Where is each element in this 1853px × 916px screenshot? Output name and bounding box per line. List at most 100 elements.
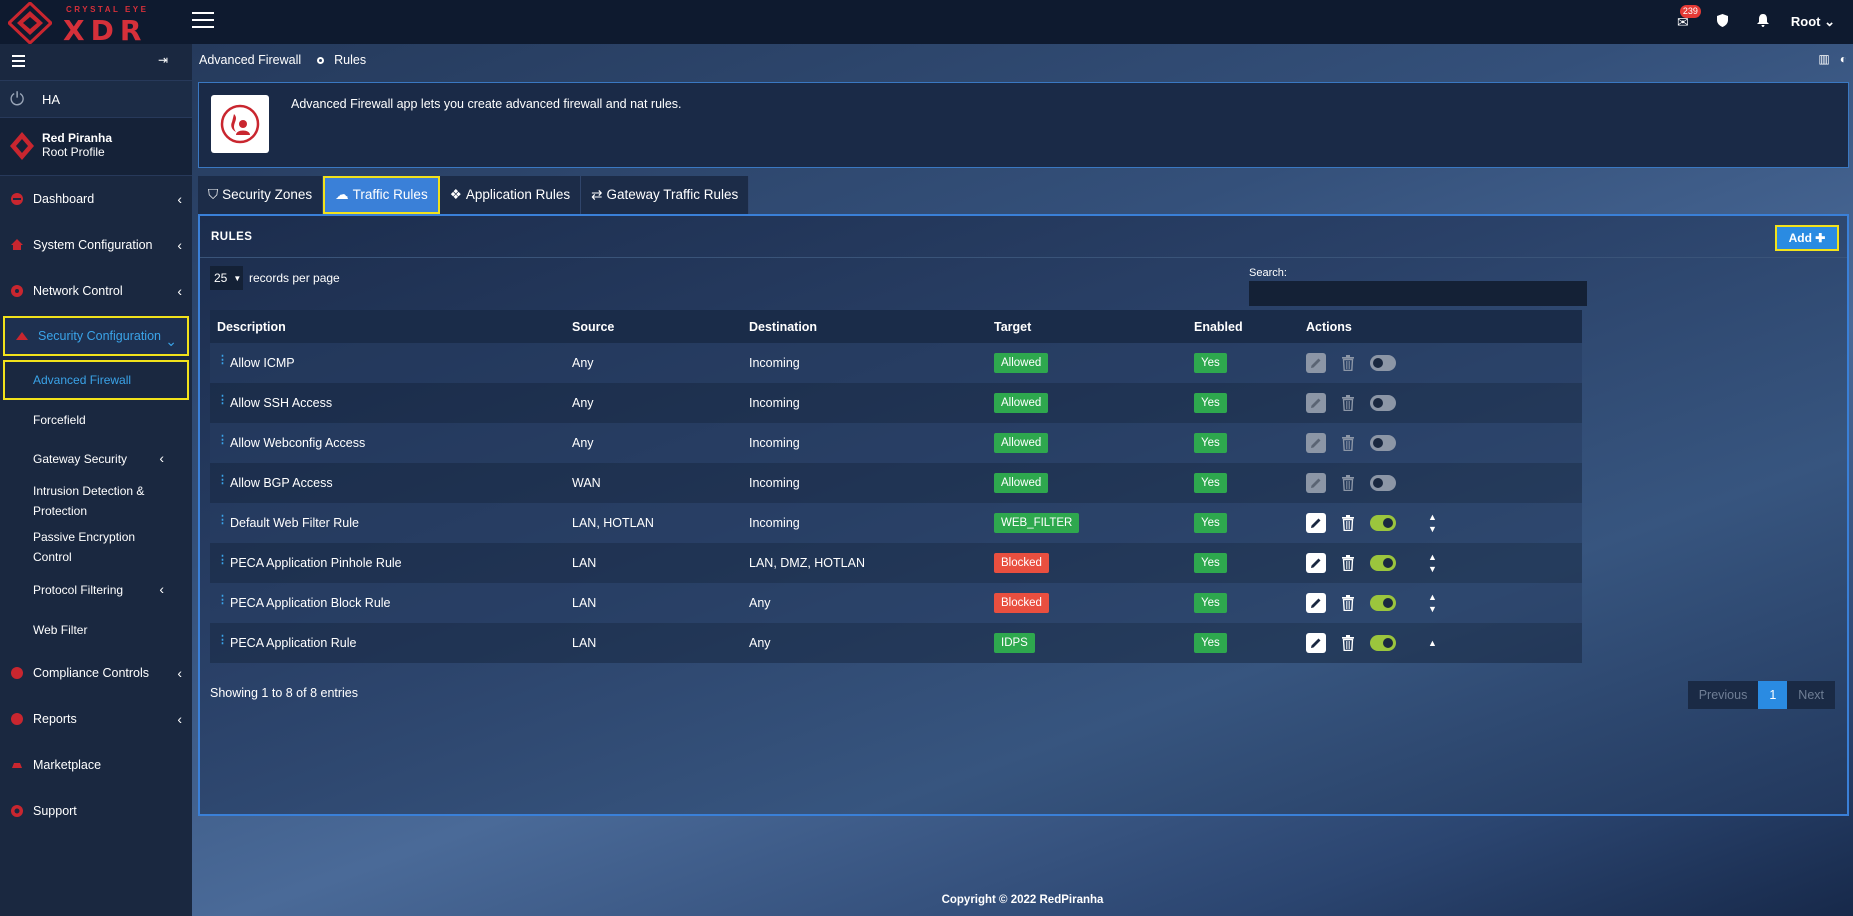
tab-gateway-traffic-rules[interactable]: ⇄ Gateway Traffic Rules (581, 176, 750, 214)
edit-rule-button[interactable] (1306, 473, 1326, 493)
edit-rule-button[interactable] (1306, 393, 1326, 413)
sidebar-item-support[interactable]: Support (0, 788, 192, 834)
book-icon[interactable]: ▥ (1818, 52, 1829, 66)
column-header-enabled[interactable]: Enabled (1187, 310, 1299, 343)
sign-out-icon[interactable]: ⇥ (158, 53, 168, 67)
rule-enable-toggle[interactable] (1370, 635, 1396, 651)
move-down-icon[interactable]: ▼ (1428, 563, 1437, 575)
rule-enable-toggle[interactable] (1370, 435, 1396, 451)
table-row[interactable]: ⋮ Allow BGP Access WAN Incoming Allowed Yes (210, 463, 1582, 503)
rule-enable-toggle[interactable] (1370, 555, 1396, 571)
delete-rule-button[interactable] (1338, 433, 1358, 453)
sidebar-subitem-intrusion-detection[interactable]: Intrusion Detection & Protection (0, 478, 192, 524)
sidebar-item-compliance-controls[interactable]: Compliance Controls ‹ (0, 650, 192, 696)
sidebar-subitem-gateway-security[interactable]: Gateway Security ‹ (0, 440, 192, 478)
sidebar-subitem-advanced-firewall[interactable]: Advanced Firewall (3, 360, 189, 400)
edit-rule-button[interactable] (1306, 633, 1326, 653)
search-input[interactable] (1249, 281, 1587, 306)
breadcrumb-parent[interactable]: Advanced Firewall (199, 53, 301, 67)
delete-rule-button[interactable] (1338, 553, 1358, 573)
tab-application-rules[interactable]: ❖ Application Rules (439, 176, 582, 214)
drag-handle-icon[interactable]: ⋮ (217, 354, 228, 366)
delete-rule-button[interactable] (1338, 473, 1358, 493)
brand-logo[interactable]: CRYSTAL EYE XDR (8, 2, 196, 47)
records-per-page-select[interactable]: 25 ▼ (210, 266, 243, 290)
edit-rule-button[interactable] (1306, 353, 1326, 373)
table-row[interactable]: ⋮ PECA Application Block Rule LAN Any Blocke… (210, 583, 1582, 623)
hamburger-icon[interactable] (192, 12, 214, 32)
user-menu[interactable]: Root ⌄ (1791, 14, 1835, 30)
chevron-left-icon: ‹ (177, 191, 182, 207)
table-row[interactable]: ⋮ Default Web Filter Rule LAN, HOTLAN Incom… (210, 503, 1582, 543)
edit-rule-button[interactable] (1306, 513, 1326, 533)
sidebar-subitem-protocol-filtering[interactable]: Protocol Filtering ‹ (0, 570, 192, 610)
table-row[interactable]: ⋮ Allow ICMP Any Incoming Allowed Yes (210, 343, 1582, 383)
sidebar: ⇥ ⏻ HA Red Piranha Root Profile Dashboar… (0, 44, 192, 916)
move-up-icon[interactable]: ▲ (1428, 637, 1437, 649)
table-row[interactable]: ⋮ Allow SSH Access Any Incoming Allowed Yes (210, 383, 1582, 423)
column-header-target[interactable]: Target (987, 310, 1187, 343)
drag-handle-icon[interactable]: ⋮ (217, 634, 228, 646)
drag-handle-icon[interactable]: ⋮ (217, 594, 228, 606)
edit-rule-button[interactable] (1306, 433, 1326, 453)
sidebar-subitem-forcefield[interactable]: Forcefield (0, 400, 192, 440)
shield-button[interactable] (1703, 14, 1743, 30)
move-down-icon[interactable]: ▼ (1428, 603, 1437, 615)
column-header-description[interactable]: Description (210, 310, 565, 343)
network-icon (11, 285, 23, 297)
drag-handle-icon[interactable]: ⋮ (217, 434, 228, 446)
sidebar-item-security-configuration[interactable]: Security Configuration ⌄ (3, 316, 189, 356)
rule-enable-toggle[interactable] (1370, 515, 1396, 531)
move-up-icon[interactable]: ▲ (1428, 551, 1437, 563)
enabled-badge: Yes (1194, 593, 1227, 613)
rule-enable-toggle[interactable] (1370, 595, 1396, 611)
move-up-icon[interactable]: ▲ (1428, 511, 1437, 523)
mail-button[interactable]: ✉ 239 (1663, 4, 1703, 31)
drag-handle-icon[interactable]: ⋮ (217, 474, 228, 486)
drag-handle-icon[interactable]: ⋮ (217, 394, 228, 406)
sidebar-item-marketplace[interactable]: Marketplace (0, 742, 192, 788)
rule-enable-toggle[interactable] (1370, 475, 1396, 491)
table-row[interactable]: ⋮ PECA Application Rule LAN Any IDPS Yes ▲ (210, 623, 1582, 663)
page-button-current[interactable]: 1 (1758, 681, 1788, 709)
profile-card[interactable]: Red Piranha Root Profile (0, 118, 192, 176)
move-down-icon[interactable]: ▼ (1428, 523, 1437, 535)
delete-rule-button[interactable] (1338, 633, 1358, 653)
ha-item[interactable]: ⏻ HA (0, 80, 192, 118)
tab-traffic-rules[interactable]: ☁ Traffic Rules (323, 176, 440, 214)
rule-enable-toggle[interactable] (1370, 395, 1396, 411)
tab-security-zones[interactable]: ⛉ Security Zones (198, 176, 324, 214)
cell-actions: ▲ ▼ (1299, 583, 1582, 623)
sidebar-subitem-web-filter[interactable]: Web Filter (0, 610, 192, 650)
add-rule-button[interactable]: Add ✚ (1775, 225, 1839, 251)
cell-destination: Incoming (742, 343, 987, 383)
theme-toggle-icon[interactable]: ◐ (1840, 52, 1847, 66)
sidebar-item-dashboard[interactable]: Dashboard ‹ (0, 176, 192, 222)
column-header-source[interactable]: Source (565, 310, 742, 343)
rule-enable-toggle[interactable] (1370, 355, 1396, 371)
delete-rule-button[interactable] (1338, 393, 1358, 413)
rule-description: Allow Webconfig Access (230, 436, 366, 450)
sidebar-item-reports[interactable]: Reports ‹ (0, 696, 192, 742)
drag-handle-icon[interactable]: ⋮ (217, 514, 228, 526)
sidebar-toggle-icon[interactable] (12, 55, 25, 70)
delete-rule-button[interactable] (1338, 353, 1358, 373)
cell-target: Allowed (987, 343, 1187, 383)
previous-page-button[interactable]: Previous (1687, 681, 1759, 709)
next-page-button[interactable]: Next (1787, 681, 1835, 709)
notifications-button[interactable] (1743, 14, 1783, 30)
delete-rule-button[interactable] (1338, 513, 1358, 533)
drag-handle-icon[interactable]: ⋮ (217, 554, 228, 566)
sidebar-item-network-control[interactable]: Network Control ‹ (0, 268, 192, 314)
sidebar-item-system-configuration[interactable]: System Configuration ‹ (0, 222, 192, 268)
column-header-destination[interactable]: Destination (742, 310, 987, 343)
table-row[interactable]: ⋮ PECA Application Pinhole Rule LAN LAN, DM… (210, 543, 1582, 583)
chevron-down-icon: ⌄ (1824, 14, 1835, 29)
edit-rule-button[interactable] (1306, 553, 1326, 573)
edit-rule-button[interactable] (1306, 593, 1326, 613)
sidebar-subitem-passive-encryption-control[interactable]: Passive Encryption Control (0, 524, 192, 570)
table-row[interactable]: ⋮ Allow Webconfig Access Any Incoming Allowe… (210, 423, 1582, 463)
sidebar-item-label: Security Configuration (38, 329, 161, 343)
move-up-icon[interactable]: ▲ (1428, 591, 1437, 603)
delete-rule-button[interactable] (1338, 593, 1358, 613)
